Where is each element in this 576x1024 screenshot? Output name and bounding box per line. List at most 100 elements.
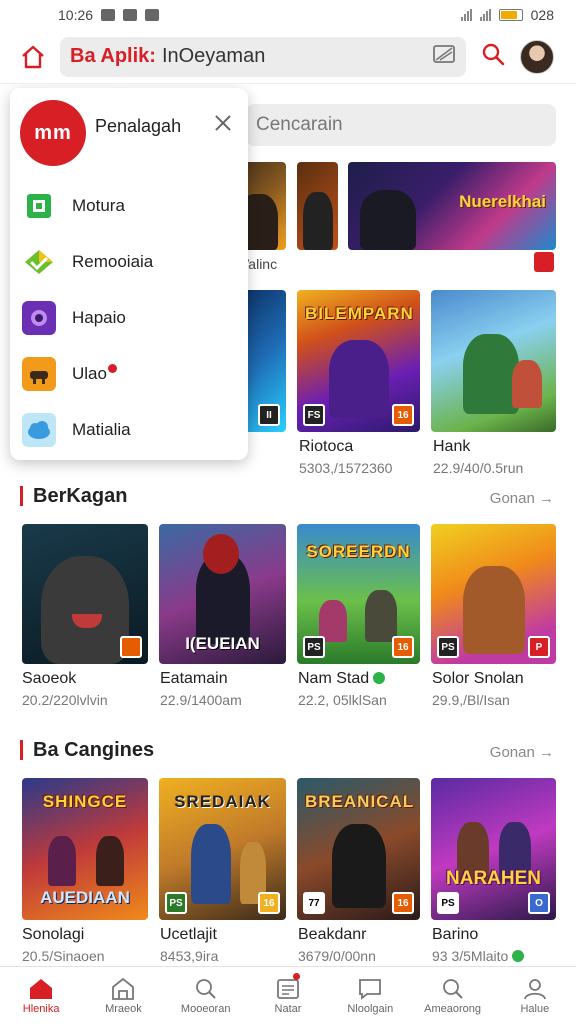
- game-tile-ucetlajit[interactable]: SREDAIAK PS 16: [159, 778, 286, 920]
- nav-label: Ameaorong: [424, 1002, 481, 1015]
- nav-label: Nloolgain: [347, 1002, 394, 1015]
- nav-item-explore[interactable]: Ameaorong: [411, 967, 493, 1024]
- section-more-link[interactable]: Gonan →: [490, 744, 554, 761]
- signal-icon: [460, 9, 472, 21]
- close-icon[interactable]: [212, 112, 234, 134]
- age-badge: 16: [258, 892, 280, 914]
- game-tile-banner-2: AUEDIAAN: [40, 888, 130, 907]
- dropdown-item-remooiaia[interactable]: Remooiaia: [22, 242, 242, 282]
- news-icon: [275, 977, 301, 1001]
- orange-game-icon: [22, 357, 56, 391]
- game-tile-eatamain[interactable]: I(EUEIAN: [159, 524, 286, 664]
- featured-tile-2[interactable]: [297, 162, 338, 250]
- dropdown-item-label: Motura: [72, 196, 125, 215]
- game-tile-nam-stad[interactable]: SOREERDN PS 16: [297, 524, 420, 664]
- scan-icon[interactable]: [432, 43, 456, 71]
- search-placeholder: Cencarain: [256, 114, 343, 135]
- game-meta: 22.9/1400am: [160, 692, 242, 708]
- game-tile-solor-snolan[interactable]: PS P: [431, 524, 556, 664]
- dropdown-item-label: Hapaio: [72, 308, 126, 327]
- age-badge: O: [528, 892, 550, 914]
- store-icon: [110, 977, 136, 1001]
- rating-badge: PS: [437, 636, 459, 658]
- featured-banner-title: Nuerelkhai: [459, 192, 546, 211]
- purple-game-icon: [22, 301, 56, 335]
- nav-item-store[interactable]: Mraeok: [82, 967, 164, 1024]
- game-tile-beakdanr[interactable]: BREANICAL 77 16: [297, 778, 420, 920]
- game-name: Saoeok: [22, 670, 77, 687]
- game-meta: 22.2, 05lklSan: [298, 692, 387, 708]
- game-name: Barino: [432, 926, 479, 943]
- game-tile-banner: SOREERDN: [306, 542, 411, 561]
- rating-badge: PS: [437, 892, 459, 914]
- dropdown-item-hapaio[interactable]: Hapaio: [22, 298, 242, 338]
- message-icon: [145, 9, 160, 21]
- game-meta-text: 93 3/5Mlaito: [432, 948, 509, 964]
- verified-icon: [512, 950, 525, 962]
- nav-label: Natar: [274, 1002, 302, 1015]
- game-name: Hank: [433, 438, 471, 455]
- game-name: Beakdanr: [298, 926, 367, 943]
- camera-icon: [123, 9, 138, 21]
- game-meta: 5303,/1572360: [299, 460, 393, 476]
- game-tile-banner: SREDAIAK: [174, 792, 271, 811]
- game-tile-riotoca[interactable]: BILEMPARN FS 16: [297, 290, 420, 432]
- game-tile-saoeok[interactable]: [22, 524, 148, 664]
- age-badge: 16: [392, 892, 414, 914]
- featured-badge-icon: [534, 252, 554, 272]
- dropdown-item-matialia[interactable]: Matialia: [22, 410, 242, 450]
- header-title-red: Ba Aplik:: [70, 45, 156, 67]
- chat-icon: [357, 977, 383, 1001]
- search-icon[interactable]: [480, 41, 506, 72]
- header-search-bar[interactable]: Ba Aplik: InOeyaman: [60, 36, 466, 77]
- search-icon: [193, 977, 219, 1001]
- category-dropdown: mm Penalagah Motura Remooiaia Hapaio Ula…: [10, 88, 248, 460]
- nav-item-search[interactable]: Mooeoran: [165, 967, 247, 1024]
- section-title: BerKagan: [20, 486, 127, 506]
- nav-item-news[interactable]: Natar: [247, 967, 329, 1024]
- notification-icon: [101, 9, 116, 21]
- game-name-text: Nam Stad: [298, 670, 370, 687]
- bottom-nav: Hlenika Mraeok Mooeoran Natar Nloolgain …: [0, 966, 576, 1024]
- game-tile-barino[interactable]: NARAHEN PS O: [431, 778, 556, 920]
- rating-badge: PS: [303, 636, 325, 658]
- dropdown-item-label-wrap: Ulao: [72, 364, 117, 384]
- home-icon[interactable]: [20, 44, 46, 70]
- nav-item-chat[interactable]: Nloolgain: [329, 967, 411, 1024]
- app-logo: mm: [20, 100, 86, 166]
- rating-badge: PS: [165, 892, 187, 914]
- notification-dot-icon: [107, 364, 117, 373]
- game-meta: 8453,9ira: [160, 948, 219, 964]
- notification-dot-icon: [292, 973, 300, 980]
- section-more-link[interactable]: Gonan →: [490, 490, 554, 507]
- game-tile-hank[interactable]: [431, 290, 556, 432]
- dropdown-item-label: Ulao: [72, 364, 107, 383]
- dropdown-item-label: Matialia: [72, 420, 131, 439]
- dropdown-item-ulao[interactable]: Ulao: [22, 354, 242, 394]
- age-badge: P: [528, 636, 550, 658]
- green-diamond-icon: [22, 245, 56, 279]
- dropdown-item-motura[interactable]: Motura: [22, 186, 242, 226]
- status-time: 10:26: [58, 7, 94, 23]
- nav-label: Halue: [520, 1002, 550, 1015]
- rating-badge: 77: [303, 892, 325, 914]
- avatar[interactable]: [520, 39, 554, 74]
- verified-icon: [373, 672, 386, 684]
- game-name: Eatamain: [160, 670, 228, 687]
- featured-banner[interactable]: Nuerelkhai: [348, 162, 556, 250]
- nav-item-home[interactable]: Hlenika: [0, 967, 82, 1024]
- app-header: Ba Aplik: InOeyaman: [0, 30, 576, 84]
- nav-item-profile[interactable]: Halue: [494, 967, 576, 1024]
- game-tile-banner: BILEMPARN: [305, 304, 414, 323]
- age-badge: 16: [392, 404, 414, 426]
- game-meta: 20.5/Sinaoen: [22, 948, 105, 964]
- age-badge: [120, 636, 142, 658]
- game-meta: 3679/0/00nn: [298, 948, 376, 964]
- game-tile-sonolagi[interactable]: SHINGCE AUEDIAAN: [22, 778, 148, 920]
- nav-label: Hlenika: [22, 1002, 60, 1015]
- profile-icon: [522, 977, 548, 1001]
- search-input[interactable]: Cencarain: [246, 104, 556, 146]
- game-tile-banner: BREANICAL: [305, 792, 415, 811]
- header-title-rest: InOeyaman: [161, 45, 266, 67]
- nav-label: Mooeoran: [180, 1002, 231, 1015]
